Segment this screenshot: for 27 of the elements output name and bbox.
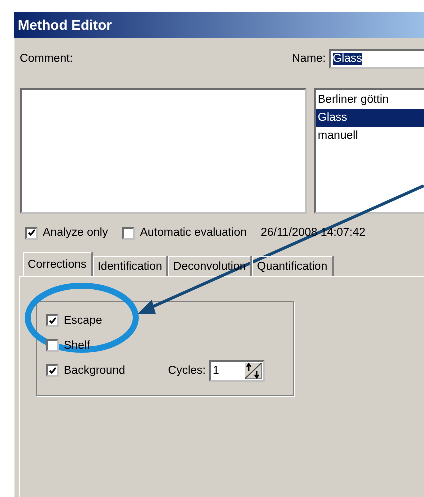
spinner-icon[interactable]	[245, 362, 262, 378]
cycles-field[interactable]: 1	[209, 360, 265, 382]
list-item[interactable]: manuell	[316, 127, 424, 145]
comment-label: Comment:	[20, 53, 74, 65]
name-field[interactable]: Glass	[329, 49, 424, 69]
checkbox[interactable]	[25, 226, 38, 240]
option-label: Automatic evaluation	[140, 227, 247, 239]
timestamp: 26/11/2008 14:07:42	[260, 227, 366, 239]
list-item[interactable]: Glass	[316, 109, 424, 127]
tab[interactable]: Quantification	[252, 256, 334, 276]
tab[interactable]: Identification	[92, 256, 168, 276]
check-icon	[48, 366, 56, 374]
check-icon	[28, 229, 36, 237]
option-label: Analyze only	[43, 227, 108, 239]
option-label: Background	[64, 364, 126, 376]
cycles-label: Cycles:	[168, 364, 206, 376]
comment-field[interactable]	[20, 88, 307, 214]
check-icon	[48, 316, 56, 324]
checkbox[interactable]	[46, 314, 59, 327]
name-label: Name:	[292, 53, 326, 65]
tab[interactable]: Corrections	[23, 252, 93, 276]
checkbox[interactable]	[46, 364, 59, 377]
option-label: Escape	[64, 314, 102, 326]
checkbox[interactable]	[122, 226, 136, 240]
list-item[interactable]: Berliner göttin	[316, 91, 424, 109]
checkbox[interactable]	[46, 339, 59, 352]
window-title: Method Editor	[14, 12, 424, 38]
